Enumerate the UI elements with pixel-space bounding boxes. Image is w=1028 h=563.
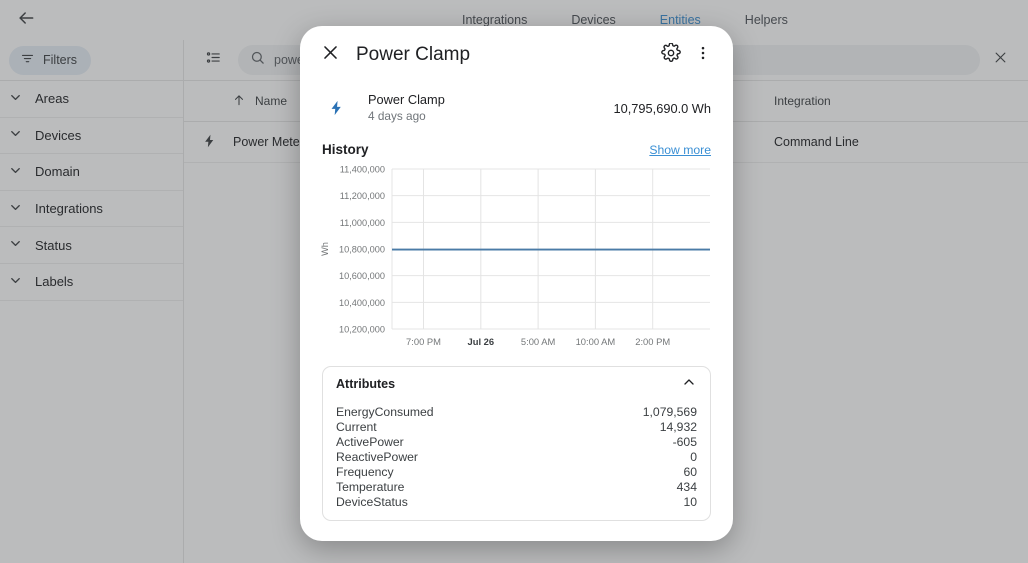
attribute-value: -605	[672, 435, 697, 449]
dialog-title: Power Clamp	[356, 44, 471, 65]
attribute-value: 1,079,569	[642, 405, 697, 419]
entity-state-row[interactable]: Power Clamp 4 days ago 10,795,690.0 Wh	[314, 84, 719, 132]
attribute-row: EnergyConsumed 1,079,569	[336, 405, 697, 420]
svg-text:10:00 AM: 10:00 AM	[576, 336, 616, 347]
attributes-title: Attributes	[336, 377, 396, 391]
attribute-key: Current	[336, 420, 377, 434]
attribute-key: DeviceStatus	[336, 495, 408, 509]
history-chart-svg: 11,400,000 11,200,000 11,000,000 10,800,000…	[320, 165, 710, 347]
svg-text:5:00 AM: 5:00 AM	[521, 336, 556, 347]
chevron-up-icon[interactable]	[681, 374, 697, 395]
dialog-body: Power Clamp 4 days ago 10,795,690.0 Wh H…	[300, 84, 733, 541]
lightning-bolt-icon	[322, 97, 350, 119]
attribute-value: 10	[683, 495, 697, 509]
svg-text:11,000,000: 11,000,000	[340, 218, 385, 228]
entity-state-value: 10,795,690.0 Wh	[613, 100, 711, 116]
attribute-value: 60	[683, 465, 697, 479]
attribute-key: EnergyConsumed	[336, 405, 434, 419]
svg-text:11,400,000: 11,400,000	[340, 165, 385, 175]
attribute-key: ReactivePower	[336, 450, 418, 464]
attribute-value: 434	[676, 480, 697, 494]
history-title: History	[322, 142, 369, 157]
history-header: History Show more	[314, 132, 719, 161]
attribute-key: Frequency	[336, 465, 394, 479]
app-root: Integrations Devices Entities Helpers Fi…	[0, 0, 1028, 563]
dialog-overflow-menu-button[interactable]	[687, 39, 719, 71]
attributes-card: Attributes EnergyConsumed 1,079,569 Curren…	[322, 366, 711, 521]
attributes-list: EnergyConsumed 1,079,569 Current 14,932 Acti…	[323, 401, 710, 520]
attribute-row: ActivePower -605	[336, 435, 697, 450]
attribute-value: 14,932	[659, 420, 697, 434]
gear-icon	[661, 41, 681, 68]
attribute-key: Temperature	[336, 480, 405, 494]
attribute-row: Temperature 434	[336, 480, 697, 495]
dialog-header: Power Clamp	[300, 26, 733, 84]
attribute-value: 0	[690, 450, 697, 464]
attribute-row: ReactivePower 0	[336, 450, 697, 465]
dialog-settings-button[interactable]	[655, 39, 687, 71]
entity-name: Power Clamp	[368, 92, 445, 107]
attribute-row: Frequency 60	[336, 465, 697, 480]
attribute-key: ActivePower	[336, 435, 404, 449]
close-icon	[321, 43, 340, 67]
dialog-close-button[interactable]	[314, 39, 346, 71]
attribute-row: DeviceStatus 10	[336, 495, 697, 510]
svg-text:Jul 26: Jul 26	[468, 336, 495, 347]
attributes-header[interactable]: Attributes	[323, 367, 710, 401]
entity-state-texts: Power Clamp 4 days ago	[368, 92, 614, 124]
svg-text:11,200,000: 11,200,000	[340, 191, 385, 201]
svg-text:7:00 PM: 7:00 PM	[406, 336, 441, 347]
svg-text:10,600,000: 10,600,000	[339, 271, 385, 281]
entity-last-changed: 4 days ago	[368, 109, 426, 123]
svg-text:10,200,000: 10,200,000	[339, 325, 385, 335]
attribute-row: Current 14,932	[336, 420, 697, 435]
entity-detail-dialog: Power Clamp Power Clamp 4 days ago 10,79…	[300, 26, 733, 541]
svg-text:2:00 PM: 2:00 PM	[635, 336, 670, 347]
history-chart[interactable]: 11,400,000 11,200,000 11,000,000 10,800,000…	[314, 161, 719, 356]
more-vert-icon	[694, 44, 712, 67]
svg-text:10,800,000: 10,800,000	[339, 245, 385, 255]
svg-text:Wh: Wh	[320, 242, 330, 256]
show-more-link[interactable]: Show more	[649, 143, 711, 157]
svg-text:10,400,000: 10,400,000	[339, 298, 385, 308]
